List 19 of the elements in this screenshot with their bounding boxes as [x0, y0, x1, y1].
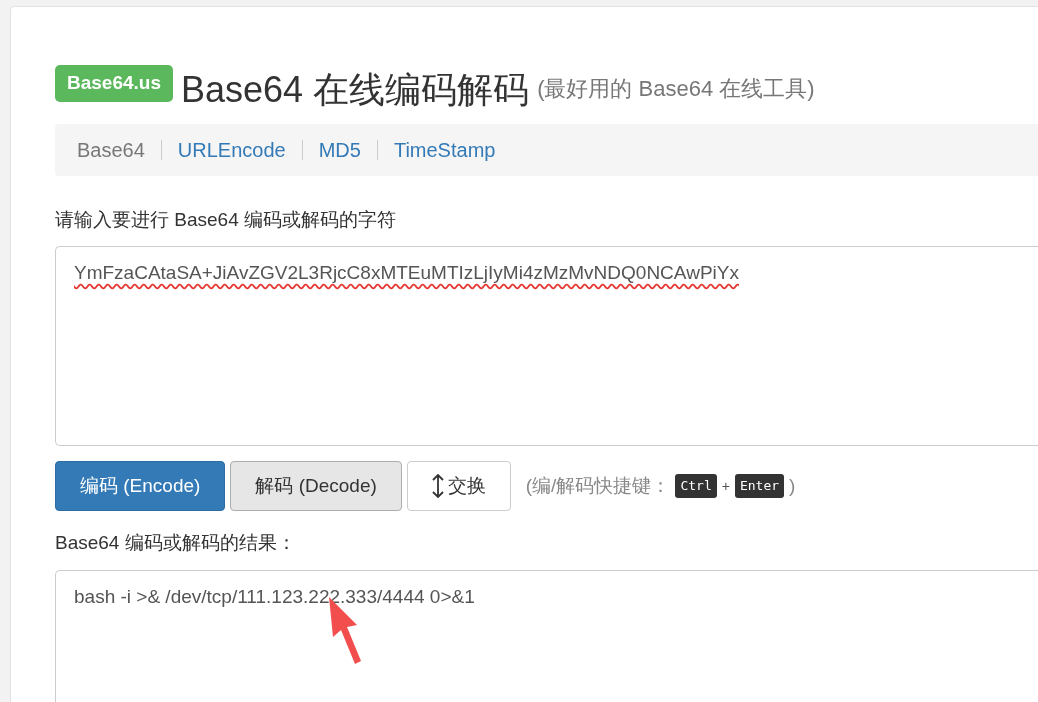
logo-badge[interactable]: Base64.us: [55, 65, 173, 102]
input-field[interactable]: YmFzaCAtaSA+JiAvZGV2L3RjcC8xMTEuMTIzLjIyMi4zMzMvNDQ0NCAwPiYx: [55, 246, 1038, 446]
nav-link[interactable]: MD5: [318, 134, 361, 165]
keyboard-key: Enter: [734, 474, 785, 498]
swap-button[interactable]: 交换: [406, 461, 511, 511]
input-label: 请输入要进行 Base64 编码或解码的字符: [55, 207, 397, 232]
shortcut-hint-end: ): [789, 473, 796, 498]
result-label: Base64 编码或解码的结果：: [55, 531, 297, 555]
decode-button[interactable]: 解码 (Decode): [230, 461, 402, 511]
nav-link[interactable]: URLEncode: [177, 134, 286, 165]
page-subtitle: (最好用的 Base64 在线工具): [537, 74, 815, 103]
nav-link[interactable]: Base64: [77, 134, 145, 165]
keyboard-key: Ctrl: [675, 474, 717, 498]
shortcut-hint: (编/解码快捷键：: [525, 473, 671, 498]
encode-button[interactable]: 编码 (Encode): [55, 461, 226, 511]
up-down-arrow-icon: [431, 474, 444, 498]
nav-link[interactable]: TimeStamp: [393, 134, 496, 165]
page-title: Base64 在线编码解码: [181, 67, 530, 112]
plus-sign: +: [721, 476, 730, 496]
